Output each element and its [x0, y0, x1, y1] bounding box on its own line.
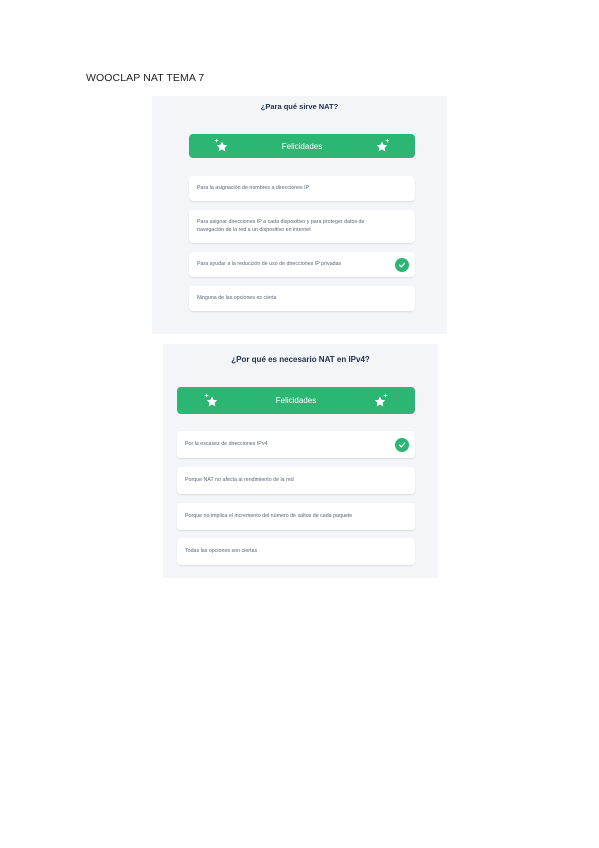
answer-option[interactable]: Para la asignación de nombres a direccio… — [189, 176, 415, 201]
answer-option[interactable]: Para asignar direcciones IP a cada dispo… — [189, 210, 415, 243]
answer-option-text: Para asignar direcciones IP a cada dispo… — [197, 218, 365, 233]
banner-label: Felicidades — [275, 396, 317, 405]
document-title: WOOCLAP NAT TEMA 7 — [86, 72, 205, 84]
answer-option-text: Porque no implica el incremento del núme… — [185, 512, 353, 519]
quiz-card-2: ¿Por qué es necesario NAT en IPv4? Felic… — [163, 344, 438, 578]
answer-option-correct[interactable]: Para ayudar a la reducción de uso de dir… — [189, 252, 415, 277]
answer-option[interactable]: Todas las opciones son ciertas — [177, 538, 415, 565]
answer-option[interactable]: Ninguna de las opciones es cierta — [189, 286, 415, 311]
answer-option-text: Todas las opciones son ciertas — [185, 547, 258, 554]
check-icon — [395, 257, 409, 272]
answer-option-text: Para ayudar a la reducción de uso de dir… — [197, 260, 342, 267]
check-icon — [395, 437, 409, 452]
quiz-card-1: ¿Para qué sirve NAT? Felicidades Para la… — [152, 96, 447, 334]
sparkle-star-icon — [374, 392, 388, 406]
feedback-banner: Felicidades — [177, 387, 415, 414]
question-title: ¿Por qué es necesario NAT en IPv4? — [231, 355, 370, 364]
answer-option[interactable]: Porque NAT no afecta al rendimiento de l… — [177, 467, 415, 494]
sparkle-star-icon — [204, 392, 218, 406]
banner-label: Felicidades — [281, 141, 323, 151]
feedback-banner: Felicidades — [189, 134, 415, 158]
answer-option-text: Porque NAT no afecta al rendimiento de l… — [185, 476, 294, 483]
sparkle-star-icon — [376, 138, 390, 152]
answer-option-correct[interactable]: Por la escasez de direcciones IPv4 — [177, 431, 415, 458]
answer-option-text: Para la asignación de nombres a direccio… — [197, 184, 310, 191]
answer-option[interactable]: Porque no implica el incremento del núme… — [177, 503, 415, 530]
question-title: ¿Para qué sirve NAT? — [260, 102, 339, 111]
answer-option-text: Ninguna de las opciones es cierta — [197, 294, 277, 301]
sparkle-star-icon — [214, 138, 228, 152]
answer-option-text: Por la escasez de direcciones IPv4 — [185, 440, 268, 447]
